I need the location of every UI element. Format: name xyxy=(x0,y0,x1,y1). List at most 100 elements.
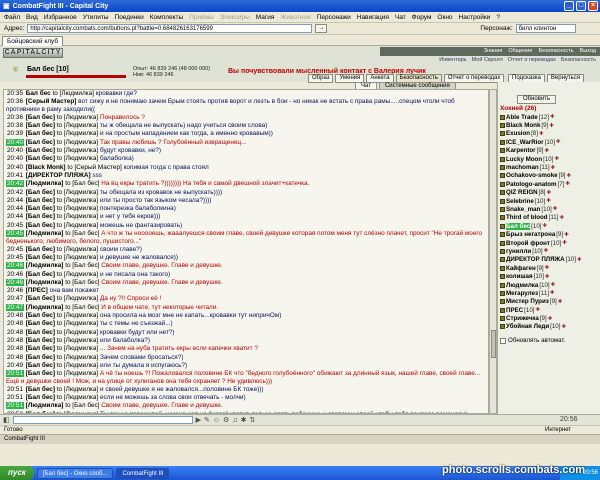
info-icon[interactable]: ✚ xyxy=(553,206,558,212)
message-author[interactable]: [Бал бес] xyxy=(26,312,55,319)
message-author[interactable]: [Людмилка] xyxy=(26,279,64,286)
player-row[interactable]: Karpentor [9] ✚ xyxy=(500,147,598,155)
smiles-icon[interactable]: ☺ xyxy=(213,417,220,424)
message-author[interactable]: [Бал бес] xyxy=(26,222,55,229)
player-row[interactable]: Мегарулез [11] ✚ xyxy=(500,289,598,297)
message-recipient[interactable]: to [Людмилка] xyxy=(57,345,98,352)
auto-refresh-checkbox[interactable] xyxy=(500,337,506,344)
info-icon[interactable]: ✚ xyxy=(548,316,553,322)
player-name[interactable]: ДИРЕКТОР ПЛЯЖА xyxy=(506,256,565,263)
info-icon[interactable]: ✚ xyxy=(547,190,552,196)
message-recipient[interactable]: to [Людмилка] xyxy=(57,114,98,121)
message-time[interactable]: 20:47 xyxy=(6,295,24,302)
player-row[interactable]: Стрижечка [9] ✚ xyxy=(500,314,598,322)
player-name[interactable]: Karpentor xyxy=(506,147,536,154)
player-row[interactable]: Exusion [8] ✚ xyxy=(500,130,598,138)
player-row[interactable]: Snake_man [10] ✚ xyxy=(500,205,598,213)
message-time[interactable]: 20:40 xyxy=(6,138,24,146)
player-row[interactable]: Black Monk [9] ✚ xyxy=(500,121,598,129)
info-icon[interactable]: ✚ xyxy=(550,290,555,296)
player-name[interactable]: ПРЕС xyxy=(506,307,523,314)
message-author[interactable]: [Бал бес] xyxy=(26,139,55,146)
player-row[interactable]: Людмилка [10] ✚ xyxy=(500,281,598,289)
message-time[interactable]: 20:40 xyxy=(6,164,24,171)
message-time[interactable]: 20:41 xyxy=(6,172,24,179)
player-row[interactable]: Кайфаген [9] ✚ xyxy=(500,264,598,272)
info-icon[interactable]: ✚ xyxy=(561,324,566,330)
player-row[interactable]: machoman [11] ✚ xyxy=(500,163,598,171)
message-recipient[interactable]: to [Людмилка] xyxy=(57,386,98,393)
menu-item-5[interactable]: Комплекты xyxy=(150,14,183,21)
message-time[interactable]: 20:46 xyxy=(6,278,24,286)
message-author[interactable]: [Бал бес] xyxy=(26,386,55,393)
message-recipient[interactable]: to [Людмилка] xyxy=(57,354,98,361)
info-icon[interactable]: ✚ xyxy=(544,248,549,254)
player-name[interactable]: Второй фронт xyxy=(506,240,550,247)
message-recipient[interactable]: to [Людмилка] xyxy=(57,189,98,196)
message-author[interactable]: [ДИРЕКТОР ПЛЯЖА] xyxy=(26,172,91,179)
player-row[interactable]: Брыз негатрона [9] ✚ xyxy=(500,230,598,238)
tab-fight-club[interactable]: Бойцовский клуб xyxy=(2,36,64,46)
player-name[interactable]: Людмилка xyxy=(506,282,538,289)
message-author[interactable]: [Бал бес] xyxy=(26,362,55,369)
message-recipient[interactable]: to [Людмилка] xyxy=(57,213,98,220)
player-name[interactable]: Able Trade xyxy=(506,114,538,121)
message-recipient[interactable]: to [Людмилка] xyxy=(57,254,98,261)
message-recipient[interactable]: to [Людмилка] xyxy=(57,205,98,212)
chat-input[interactable] xyxy=(12,416,193,424)
info-icon[interactable]: ✚ xyxy=(564,232,569,238)
translit-icon[interactable]: ✱ xyxy=(241,416,247,424)
message-author[interactable]: [Бал бес] xyxy=(26,205,55,212)
message-author[interactable]: [Бал бес] xyxy=(26,254,55,261)
nav2-item-0[interactable]: Инвентарь xyxy=(439,56,466,64)
message-recipient[interactable]: to [Серый Мастер] xyxy=(67,164,121,171)
message-recipient[interactable]: to [Бал бес] xyxy=(65,402,99,409)
player-row[interactable]: ICE_WarRior [10] ✚ xyxy=(500,138,598,146)
player-name[interactable]: Lucky Moon xyxy=(506,156,542,163)
message-time[interactable]: 20:45 xyxy=(6,230,24,238)
message-author[interactable]: [Бал бес] xyxy=(26,155,55,162)
info-icon[interactable]: ✚ xyxy=(545,265,550,271)
message-recipient[interactable]: to [Людмилка] xyxy=(57,130,98,137)
info-icon[interactable]: ✚ xyxy=(544,148,549,154)
message-recipient[interactable]: to [Людмилка] xyxy=(57,329,98,336)
player-name[interactable]: гунилли xyxy=(506,248,531,255)
message-time[interactable]: 20:51 xyxy=(6,402,24,410)
player-name[interactable]: Exusion xyxy=(506,130,530,137)
message-recipient[interactable]: to [Людмилка] xyxy=(57,222,98,229)
message-recipient[interactable]: to [Бал бес] xyxy=(65,262,99,269)
task-message-window[interactable]: [Бал бес] - Окно сооб... xyxy=(36,467,114,479)
player-row[interactable]: Third of blood [11] ✚ xyxy=(500,214,598,222)
message-recipient[interactable]: to [Людмилка] xyxy=(57,295,98,302)
filter-icon[interactable]: ⚙ xyxy=(223,416,229,424)
player-row[interactable]: гунилли [10] ✚ xyxy=(500,247,598,255)
menu-item-3[interactable]: Утилиты xyxy=(83,14,109,21)
player-row[interactable]: Patologo-anatom [7] ✚ xyxy=(500,180,598,188)
message-author[interactable]: [Бал бес] xyxy=(26,147,55,154)
message-author[interactable]: [Бал бес] xyxy=(26,354,55,361)
message-time[interactable]: 20:46 xyxy=(6,271,24,278)
message-author[interactable]: [Людмилка] xyxy=(26,180,64,187)
message-recipient[interactable]: to [Людмилка] xyxy=(57,271,98,278)
sound-icon[interactable]: ♫ xyxy=(232,417,237,424)
message-author[interactable]: [Бал бес] xyxy=(26,295,55,302)
message-time[interactable]: 20:44 xyxy=(6,205,24,212)
player-row[interactable]: ПРЕС [10] ✚ xyxy=(500,306,598,314)
menu-item-16[interactable]: ? xyxy=(496,14,500,21)
player-name[interactable]: ICE_WarRior xyxy=(506,139,544,146)
message-time[interactable]: 20:44 xyxy=(6,197,24,204)
player-row[interactable]: Второй фронт [10] ✚ xyxy=(500,239,598,247)
maximize-button[interactable]: □ xyxy=(576,1,586,11)
message-time[interactable]: 20:36 xyxy=(6,98,24,105)
info-icon[interactable]: ✚ xyxy=(551,165,556,171)
message-recipient[interactable]: to [Бал бес] xyxy=(65,180,99,187)
player-name[interactable]: Selebrine xyxy=(506,198,534,205)
message-time[interactable]: 20:40 xyxy=(6,155,24,162)
menu-item-4[interactable]: Поединки xyxy=(115,14,144,21)
menu-item-10[interactable]: Персонажи xyxy=(317,14,351,21)
message-time[interactable]: 20:47 xyxy=(6,303,24,311)
message-author[interactable]: [Бал бес] xyxy=(26,370,55,377)
message-time[interactable]: 20:51 xyxy=(6,370,24,378)
menu-item-0[interactable]: Файл xyxy=(4,14,20,21)
message-recipient[interactable]: to [Людмилка] xyxy=(57,147,98,154)
